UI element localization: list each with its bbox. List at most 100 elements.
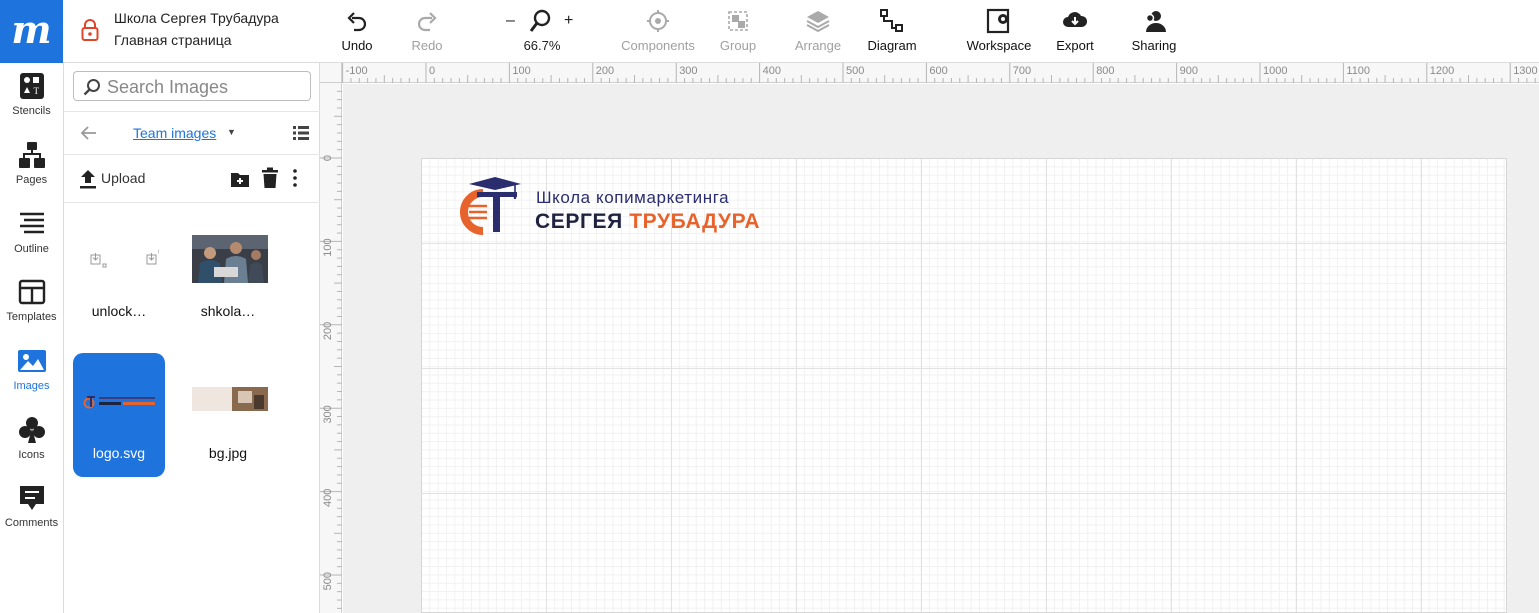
ruler-label: 100 [512,65,530,77]
horizontal-ruler[interactable]: -100 0 100 200 300 400 500 600 700 800 900 1000 1100… [320,63,1539,83]
logo-name-last: ТРУБАДУРА [629,210,761,233]
components-button[interactable]: Components [616,0,700,63]
ruler-label: 300 [679,65,697,77]
shkola-thumbnail [192,235,268,283]
ruler-label: 500 [846,65,864,77]
stencils-icon: T [20,73,44,99]
image-tile-bg[interactable]: bg.jpg [182,353,274,477]
list-view-icon[interactable] [293,126,309,140]
rail-item-images[interactable]: Images [0,338,63,406]
workspace-gear-icon [986,8,1010,34]
image-tile-logo[interactable]: logo.svg [73,353,165,477]
rail-item-stencils[interactable]: T Stencils [0,63,63,131]
image-name: bg.jpg [208,445,248,461]
ruler-label: -100 [346,65,368,77]
new-folder-icon[interactable] [230,170,250,188]
ruler-label: 100 [322,238,334,256]
arrange-button[interactable]: Arrange [790,0,846,63]
logo-name: СЕРГЕЯ ТРУБАДУРА [535,210,760,234]
zoom-icon[interactable] [529,8,553,34]
ruler-label: 1300 [1513,65,1537,77]
lock-icon[interactable] [81,18,99,42]
users-icon [1145,11,1166,32]
zoom-out-button[interactable]: – [506,12,515,30]
top-toolbar: m Школа Сергея Трубадура Главная страниц… [0,0,1539,63]
ruler-label: 900 [1180,65,1198,77]
logo-subtitle: Школа копимаркетинга [536,188,730,207]
club-icon [19,417,45,443]
image-tile-unlock[interactable]: unlock… [73,211,165,335]
document-title[interactable]: Школа Сергея Трубадура [114,10,279,26]
outline-icon [20,212,44,234]
upload-toolbar: Upload [64,156,320,203]
ruler-label: 1100 [1346,65,1370,77]
vertical-ruler[interactable]: 0 100 200 300 400 500 [320,83,342,613]
ruler-label: 300 [322,405,334,423]
undo-icon [347,12,367,32]
pages-icon [19,142,45,168]
image-name: unlock… [91,303,147,319]
sharing-label: Sharing [1131,38,1177,53]
ruler-label: 400 [763,65,781,77]
export-label: Export [1056,38,1094,53]
undo-button[interactable]: Undo [332,0,382,63]
rail-item-pages[interactable]: Pages [0,132,63,200]
rail-label-templates: Templates [6,311,57,323]
diagram-label: Diagram [867,38,917,53]
workspace-button[interactable]: Workspace [964,0,1034,63]
export-button[interactable]: Export [1050,0,1100,63]
ruler-label: 1000 [1263,65,1287,77]
redo-button[interactable]: Redo [402,0,452,63]
search-box [73,71,311,101]
ruler-label: 800 [1096,65,1114,77]
rail-item-templates[interactable]: Templates [0,269,63,337]
ruler-ticks-top: -100 0 100 200 300 400 500 600 700 800 900 1000 1100… [342,63,1538,83]
diagram-icon [880,9,903,32]
trash-icon[interactable] [261,167,279,189]
svg-text:T: T [34,86,40,96]
arrange-label: Arrange [794,38,842,53]
unlock-thumbnail [90,249,159,268]
zoom-in-button[interactable]: + [564,12,573,30]
images-icon [18,350,46,372]
ruler-label: 0 [429,65,435,77]
components-label: Components [621,38,695,53]
group-label: Group [719,38,757,53]
back-arrow-icon[interactable] [80,124,98,142]
rail-label-images: Images [13,380,50,392]
rail-item-icons[interactable]: Icons [0,407,63,475]
rail-item-outline[interactable]: Outline [0,201,63,269]
ruler-corner [320,63,342,83]
ruler-label: 0 [322,155,334,161]
zoom-level[interactable]: 66.7% [500,38,584,53]
group-button[interactable]: Group [713,0,763,63]
more-vertical-icon[interactable] [290,168,300,188]
rail-label-outline: Outline [14,243,49,255]
workspace-label: Workspace [966,38,1032,53]
page-name[interactable]: Главная страница [114,32,232,48]
sharing-button[interactable]: Sharing [1126,0,1182,63]
upload-button[interactable]: Upload [101,170,145,186]
image-tile-shkola[interactable]: shkola… [182,211,274,335]
templates-icon [18,279,46,305]
rail-label-comments: Comments [4,517,59,529]
upload-icon[interactable] [78,168,98,190]
folder-dropdown[interactable]: Team images [133,125,216,141]
group-icon [728,11,748,31]
rail-label-icons: Icons [18,449,45,461]
ruler-label: 200 [322,322,334,340]
redo-label: Redo [411,38,443,53]
caret-down-icon[interactable]: ▼ [227,127,236,137]
logo-thumbnail [83,396,155,409]
ruler-label: 1200 [1430,65,1454,77]
app-logo[interactable]: m [0,0,63,63]
image-name: logo.svg [92,445,146,461]
arrange-icon [806,11,830,33]
rail-label-pages: Pages [15,174,48,186]
diagram-button[interactable]: Diagram [864,0,920,63]
rail-item-comments[interactable]: Comments [0,475,63,543]
ruler-label: 700 [1013,65,1031,77]
bg-thumbnail [192,387,268,411]
search-input[interactable] [107,76,302,98]
ruler-label: 200 [596,65,614,77]
